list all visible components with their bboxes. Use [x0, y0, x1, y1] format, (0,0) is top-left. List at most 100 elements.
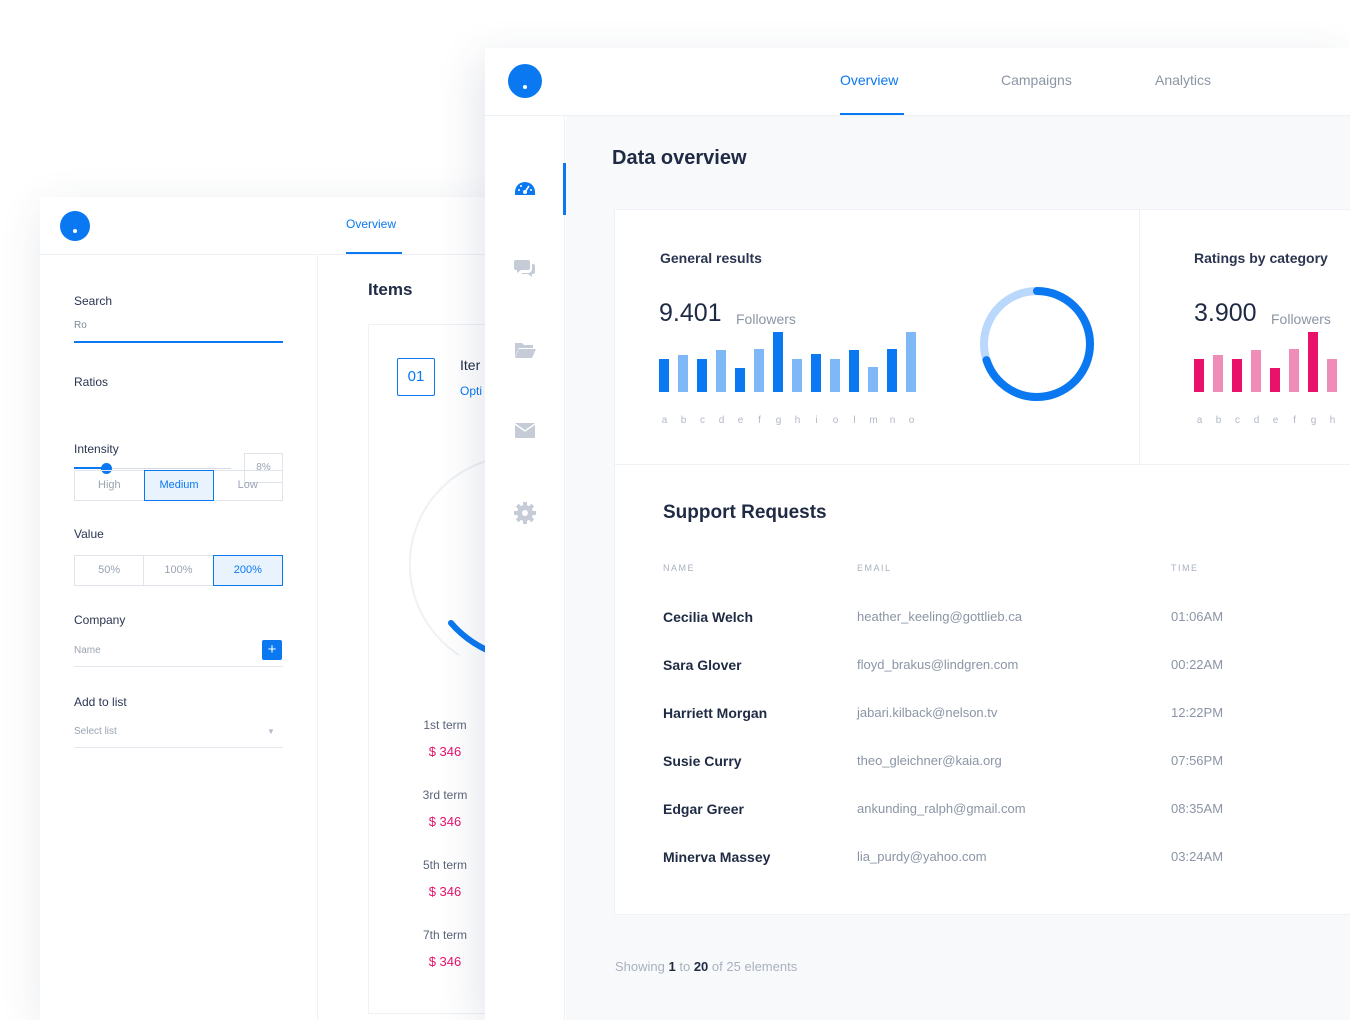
value-option-50[interactable]: 50% — [75, 556, 145, 585]
value-option-100[interactable]: 100% — [144, 556, 214, 585]
chevron-down-icon[interactable]: ▼ — [267, 727, 275, 736]
table-row[interactable]: Cecilia Welch heather_keeling@gottlieb.c… — [615, 609, 1350, 657]
x-tick-label: a — [661, 415, 668, 426]
dashboard-icon[interactable] — [513, 178, 537, 202]
sidebar — [485, 116, 566, 1020]
column-header-name[interactable]: NAME — [663, 563, 695, 573]
term-item: 1st term $ 346 — [405, 718, 485, 759]
paging-to: 20 — [693, 959, 709, 974]
select-list-dropdown[interactable]: Select list — [74, 726, 117, 737]
tab-overview[interactable]: Overview — [840, 72, 898, 88]
table-row[interactable]: Edgar Greer ankunding_ralph@gmail.com 08… — [615, 801, 1350, 849]
term-label: 3rd term — [422, 788, 468, 802]
value-option-200[interactable]: 200% — [212, 555, 283, 586]
bar — [735, 368, 745, 392]
x-tick-label: e — [1272, 415, 1279, 426]
ratings-bar-chart — [1194, 332, 1337, 392]
item-heading: Iter — [460, 357, 481, 373]
x-tick-label: d — [718, 415, 725, 426]
mail-icon[interactable] — [513, 418, 537, 442]
item-option-link[interactable]: Opti — [460, 384, 482, 398]
bar — [849, 350, 859, 392]
x-tick-label: g — [775, 415, 782, 426]
cell-email[interactable]: ankunding_ralph@gmail.com — [857, 801, 1026, 816]
x-tick-label: e — [737, 415, 744, 426]
cell-name: Cecilia Welch — [663, 609, 754, 625]
cell-email[interactable]: jabari.kilback@nelson.tv — [857, 705, 997, 720]
cell-name: Harriett Morgan — [663, 705, 768, 721]
x-tick-label: c — [1235, 415, 1240, 426]
cell-name: Edgar Greer — [663, 801, 744, 817]
tab-campaigns[interactable]: Campaigns — [1001, 72, 1072, 88]
intensity-option-low[interactable]: Low — [213, 471, 282, 500]
x-tick-label: a — [1196, 415, 1203, 426]
search-input[interactable]: Ro — [74, 320, 87, 331]
ratings-x-labels: a b c d e f g h — [1194, 415, 1342, 426]
active-tab-indicator — [840, 113, 904, 115]
logo-icon[interactable] — [508, 64, 542, 98]
paging-from: 1 — [668, 959, 676, 974]
x-tick-label: h — [1329, 415, 1336, 426]
general-results-bar-chart — [659, 332, 916, 392]
column-header-email[interactable]: EMAIL — [857, 563, 892, 573]
column-header-time[interactable]: TIME — [1171, 563, 1199, 573]
search-label: Search — [74, 294, 113, 308]
term-value: $ 346 — [428, 744, 462, 759]
x-tick-label: l — [853, 415, 856, 426]
intensity-option-medium[interactable]: Medium — [143, 470, 215, 501]
value-segmented-control: 50% 100% 200% — [74, 555, 283, 586]
filter-panel: Search Ro Ratios 8% Intensity High Mediu… — [40, 255, 318, 1020]
bar — [868, 367, 878, 392]
cell-email[interactable]: theo_gleichner@kaia.org — [857, 753, 1002, 768]
table-row[interactable]: Susie Curry theo_gleichner@kaia.org 07:5… — [615, 753, 1350, 801]
front-header: Overview Campaigns Analytics — [485, 48, 1350, 116]
add-company-button[interactable]: + — [262, 640, 282, 660]
x-tick-label: h — [794, 415, 801, 426]
x-tick-label: g — [1310, 415, 1317, 426]
paging-to-word: to — [679, 959, 691, 974]
tab-analytics[interactable]: Analytics — [1155, 72, 1211, 88]
cell-name: Minerva Massey — [663, 849, 771, 865]
settings-icon[interactable] — [513, 501, 537, 525]
cell-email[interactable]: lia_purdy@yahoo.com — [857, 849, 987, 864]
page-title: Data overview — [612, 147, 747, 169]
cell-name: Sara Glover — [663, 657, 742, 673]
item-number-badge: 01 — [397, 358, 435, 396]
cell-time: 01:06AM — [1171, 609, 1224, 624]
term-label: 7th term — [422, 928, 467, 942]
value-label: Value — [74, 527, 104, 541]
items-title: Items — [368, 280, 413, 299]
bar — [754, 349, 764, 392]
company-name-input[interactable]: Name — [74, 645, 101, 656]
term-value: $ 346 — [428, 884, 462, 899]
table-row[interactable]: Minerva Massey lia_purdy@yahoo.com 03:24… — [615, 849, 1350, 897]
chat-icon[interactable] — [513, 256, 537, 280]
x-tick-label: b — [680, 415, 687, 426]
bar — [1308, 332, 1318, 392]
bar — [1213, 355, 1223, 392]
term-label: 1st term — [423, 718, 467, 732]
company-underline — [74, 666, 283, 667]
paging-showing: Showing — [615, 959, 665, 974]
divider — [1139, 210, 1140, 466]
ratings-title: Ratings by category — [1194, 250, 1328, 266]
intensity-segmented-control: High Medium Low — [74, 470, 283, 501]
select-list-underline — [74, 747, 283, 748]
intensity-option-high[interactable]: High — [75, 471, 145, 500]
general-results-number: 9.401 — [659, 299, 722, 327]
term-value: $ 346 — [428, 954, 462, 969]
logo-icon[interactable] — [60, 211, 90, 241]
bar — [792, 359, 802, 392]
x-tick-label: d — [1253, 415, 1260, 426]
add-to-list-label: Add to list — [74, 695, 127, 709]
bar — [716, 350, 726, 392]
bar — [678, 355, 688, 392]
cell-email[interactable]: floyd_brakus@lindgren.com — [857, 657, 1018, 672]
x-tick-label: b — [1215, 415, 1222, 426]
cell-email[interactable]: heather_keeling@gottlieb.ca — [857, 609, 1022, 624]
table-row[interactable]: Sara Glover floyd_brakus@lindgren.com 00… — [615, 657, 1350, 705]
tab-overview[interactable]: Overview — [346, 217, 396, 231]
folder-icon[interactable] — [513, 338, 537, 362]
table-row[interactable]: Harriett Morgan jabari.kilback@nelson.tv… — [615, 705, 1350, 753]
bar — [811, 354, 821, 392]
